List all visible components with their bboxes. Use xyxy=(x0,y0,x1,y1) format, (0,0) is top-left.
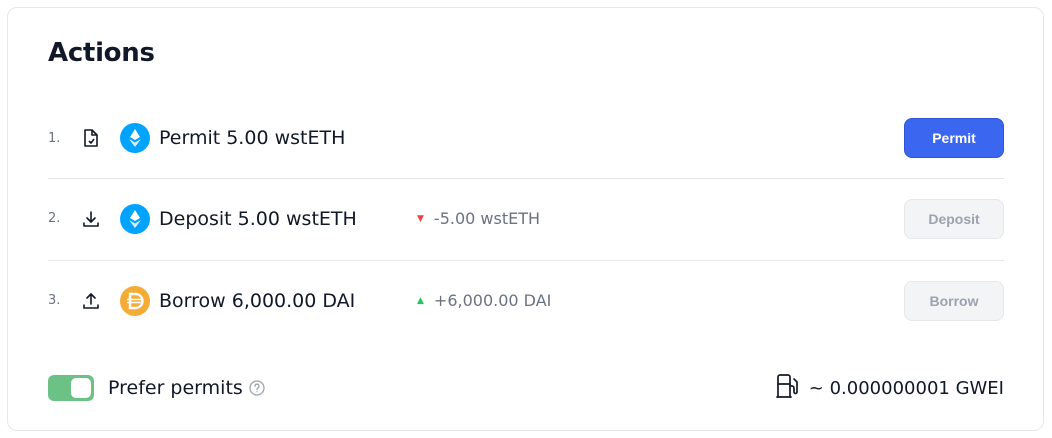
help-icon[interactable] xyxy=(249,380,265,396)
gas-value: ~ 0.000000001 GWEI xyxy=(808,377,1004,399)
action-row-borrow: 3. Borrow 6,000.00 DAI ▲ +6,000.00 DAI B… xyxy=(48,260,1004,340)
step-number: 1. xyxy=(48,130,61,146)
prefer-permits-label: Prefer permits xyxy=(108,377,243,399)
download-icon xyxy=(82,210,120,228)
prefer-permits-toggle[interactable] xyxy=(48,375,94,401)
balance-delta: ▼ -5.00 wstETH xyxy=(417,209,540,228)
actions-card: Actions 1. Permit 5.00 wstETH Permit 2. xyxy=(7,7,1044,431)
delta-value: +6,000.00 DAI xyxy=(433,291,552,310)
action-row-permit: 1. Permit 5.00 wstETH Permit xyxy=(48,98,1004,178)
action-label: Deposit 5.00 wstETH xyxy=(159,207,357,230)
borrow-button[interactable]: Borrow xyxy=(904,280,1004,321)
action-label: Borrow 6,000.00 DAI xyxy=(159,289,356,312)
wsteth-icon xyxy=(120,203,152,235)
wsteth-icon xyxy=(120,122,152,154)
balance-delta: ▲ +6,000.00 DAI xyxy=(417,291,551,310)
permit-button[interactable]: Permit xyxy=(904,118,1004,158)
action-row-deposit: 2. Deposit 5.00 wstETH ▼ -5.00 wstETH De… xyxy=(48,178,1004,258)
card-title: Actions xyxy=(48,38,155,68)
toggle-knob xyxy=(71,378,91,398)
gas-pump-icon xyxy=(775,373,801,404)
deposit-button[interactable]: Deposit xyxy=(904,198,1004,239)
actions-footer: Prefer permits ~ 0.000000001 GWEI xyxy=(48,368,1004,408)
step-number: 2. xyxy=(48,211,61,226)
upload-icon xyxy=(82,292,120,310)
decrease-arrow-icon: ▼ xyxy=(417,213,424,224)
action-label: Permit 5.00 wstETH xyxy=(159,127,346,149)
increase-arrow-icon: ▲ xyxy=(417,295,424,306)
dai-icon xyxy=(120,285,152,317)
gas-estimate: ~ 0.000000001 GWEI xyxy=(775,373,1004,404)
delta-value: -5.00 wstETH xyxy=(433,209,541,228)
step-number: 3. xyxy=(48,293,61,308)
permit-document-icon xyxy=(82,128,120,148)
